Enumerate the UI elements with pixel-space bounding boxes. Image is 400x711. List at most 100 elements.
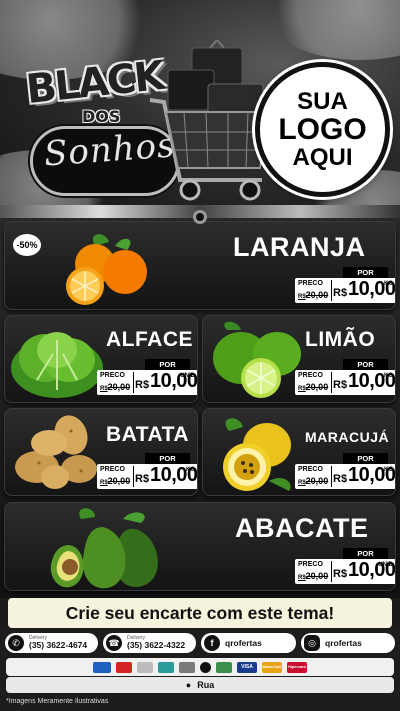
currency-symbol: R$	[333, 287, 348, 299]
price-divider	[331, 466, 332, 487]
whatsapp-contact[interactable]: ✆ Delivery (35) 3622-4674	[5, 633, 98, 653]
currency-symbol: R$	[135, 379, 150, 391]
old-price-currency: R$	[298, 575, 306, 581]
price-tag: POR PRECO R$20,00 R$ 10,00 KG	[97, 453, 197, 495]
preco-label: PRECO	[298, 372, 323, 379]
payment-card-icon	[116, 661, 132, 673]
logo-line-3: AQUI	[292, 144, 353, 172]
currency-symbol: R$	[333, 473, 348, 485]
logo-line-1: SUA	[297, 87, 348, 115]
old-price-value: 20,00	[107, 382, 131, 392]
hipercard-icon: Hipercard	[287, 661, 307, 673]
price-unit: KG	[384, 373, 393, 379]
hero-header: BLACK DOS Sonhos SUA LOGO AQUI	[0, 0, 400, 215]
logo-line-2: LOGO	[278, 112, 367, 146]
product-name: LARANJA	[233, 232, 366, 262]
old-price: R$20,00	[298, 476, 328, 486]
payment-card-icon	[216, 661, 232, 673]
payment-card-icon	[200, 661, 211, 673]
price-divider	[331, 372, 332, 393]
create-flyer-banner[interactable]: Crie seu encarte com este tema!	[8, 598, 392, 628]
currency-symbol: R$	[333, 379, 348, 391]
price-box: PRECO R$20,00 R$ 10,00 KG	[97, 464, 197, 489]
product-name: LIMÃO	[305, 328, 376, 351]
old-price-value: 20,00	[305, 476, 329, 486]
payment-card-icon	[179, 661, 195, 673]
mastercard-icon: MasterCard	[262, 661, 282, 673]
payment-methods: VISA MasterCard Hipercard	[6, 658, 394, 676]
price-tag: POR PRECO R$20,00 R$ 10,00 KG	[295, 267, 395, 309]
disclaimer-text: *Imagens Meramente Ilustrativas	[6, 698, 109, 705]
payment-card-icon	[158, 661, 174, 673]
price-box: PRECO R$20,00 R$ 10,00 UNID	[97, 370, 197, 395]
price-unit: UNID	[180, 373, 195, 379]
passion-fruit-image	[223, 418, 291, 491]
old-price-value: 20,00	[305, 382, 329, 392]
visa-icon: VISA	[237, 661, 257, 673]
preco-label: PRECO	[100, 372, 125, 379]
old-price: R$20,00	[298, 571, 328, 581]
preco-label: PRECO	[100, 466, 125, 473]
por-label: POR	[145, 453, 190, 464]
orange-image	[66, 234, 147, 305]
price-divider	[331, 280, 332, 301]
old-price-currency: R$	[100, 386, 108, 392]
payment-card-icon	[93, 661, 111, 673]
your-logo-placeholder[interactable]: SUA LOGO AQUI	[255, 62, 390, 197]
products-area: -50% LARANJA POR PRECO R$20,00 R$ 10,00 …	[0, 218, 400, 598]
payment-card-icon	[137, 661, 153, 673]
por-label: POR	[343, 548, 388, 559]
brand-black-text: BLACK	[23, 52, 166, 114]
price-divider	[133, 466, 134, 487]
lime-image	[213, 321, 301, 398]
avocado-image	[50, 508, 158, 589]
product-name: ABACATE	[235, 513, 369, 543]
address-text: Rua	[197, 680, 215, 690]
product-name: MARACUJÁ	[305, 429, 390, 445]
location-pin-icon: ●	[185, 680, 192, 690]
address-bar[interactable]: ● Rua	[6, 677, 394, 693]
contact-number: (35) 3622-4674	[29, 640, 88, 651]
facebook-icon: f	[204, 635, 220, 651]
phone-icon: ☎	[106, 635, 122, 651]
price-unit: KG	[186, 467, 195, 473]
price-box: PRECO R$20,00 R$ 10,00 KG	[295, 464, 395, 489]
currency-symbol: R$	[333, 568, 348, 580]
price-tag: POR PRECO R$20,00 R$ 10,00 KG	[295, 359, 395, 401]
old-price-value: 20,00	[305, 290, 329, 300]
product-card-limao[interactable]: LIMÃO POR PRECO R$20,00 R$ 10,00 KG	[202, 315, 396, 403]
phone-contact[interactable]: ☎ Delivery (35) 3622-4322	[103, 633, 196, 653]
price-unit: UNID	[378, 562, 393, 568]
old-price-value: 20,00	[305, 571, 329, 581]
product-name: BATATA	[106, 423, 190, 446]
price-unit: KG	[384, 467, 393, 473]
price-box: PRECO R$20,00 R$ 10,00 UNID	[295, 559, 395, 584]
preco-label: PRECO	[298, 280, 323, 287]
instagram-contact[interactable]: ◎ qrofertas	[301, 633, 395, 653]
product-card-alface[interactable]: ALFACE POR PRECO R$20,00 R$ 10,00 UNID	[4, 315, 198, 403]
price-divider	[331, 561, 332, 582]
facebook-contact[interactable]: f qrofertas	[201, 633, 296, 653]
facebook-handle: qrofertas	[225, 638, 262, 648]
product-card-abacate[interactable]: ABACATE POR PRECO R$20,00 R$ 10,00 UNID	[4, 502, 396, 591]
preco-label: PRECO	[298, 466, 323, 473]
contact-number: (35) 3622-4322	[127, 640, 186, 651]
whatsapp-icon: ✆	[8, 635, 24, 651]
por-label: POR	[343, 267, 388, 278]
por-label: POR	[145, 359, 190, 370]
brand-dos-text: DOS	[82, 107, 121, 126]
preco-label: PRECO	[298, 561, 323, 568]
product-card-maracuja[interactable]: MARACUJÁ POR PRECO R$20,00 R$ 10,00 KG	[202, 408, 396, 496]
old-price: R$20,00	[100, 382, 130, 392]
product-card-batata[interactable]: BATATA POR PRECO R$20,00 R$ 10,00 KG	[4, 408, 198, 496]
por-label: POR	[343, 453, 388, 464]
product-card-laranja[interactable]: -50% LARANJA POR PRECO R$20,00 R$ 10,00 …	[4, 221, 396, 310]
price-tag: POR PRECO R$20,00 R$ 10,00 KG	[295, 453, 395, 495]
old-price-currency: R$	[298, 386, 306, 392]
old-price-currency: R$	[298, 480, 306, 486]
lettuce-image	[11, 332, 103, 398]
price-box: PRECO R$20,00 R$ 10,00 KG	[295, 278, 395, 303]
discount-badge: -50%	[13, 234, 41, 256]
price-box: PRECO R$20,00 R$ 10,00 KG	[295, 370, 395, 395]
por-label: POR	[343, 359, 388, 370]
